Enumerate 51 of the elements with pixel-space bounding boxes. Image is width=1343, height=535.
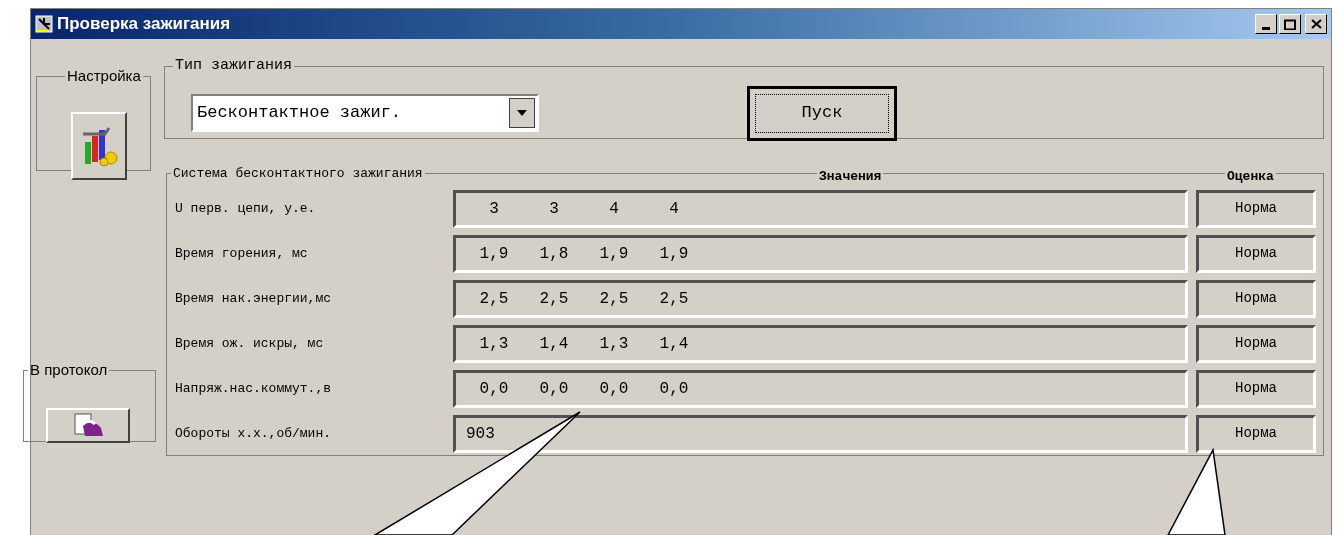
group-label: Система бесконтактного зажигания [172, 165, 424, 183]
value-text: 0,0 [658, 378, 690, 400]
value-text: 2,5 [658, 288, 690, 310]
hand-document-icon [71, 412, 105, 438]
rating-field: Норма [1196, 234, 1316, 273]
value-text: 4 [668, 198, 680, 220]
row-label: Время горения, мс [175, 244, 309, 263]
row-label: Время нак.энергии,мс [175, 289, 333, 308]
protocol-button[interactable] [46, 407, 130, 443]
maximize-button[interactable] [1279, 14, 1301, 34]
row-label: Напряж.нас.коммут.,в [175, 379, 333, 398]
value-text: 2,5 [538, 288, 570, 310]
value-text: 0,0 [538, 378, 570, 400]
start-button[interactable]: Пуск [747, 85, 897, 141]
value-text: 0,0 [598, 378, 630, 400]
value-text: 1,3 [598, 333, 630, 355]
window-title: Проверка зажигания [57, 13, 231, 36]
value-text: 4 [608, 198, 620, 220]
rating-field: Норма [1196, 324, 1316, 363]
row-label: Обороты х.х.,об/мин. [175, 424, 333, 443]
row-label: U перв. цепи, у.е. [175, 199, 317, 218]
group-label: Настройка [66, 66, 142, 86]
row-label: Время ож. искры, мс [175, 334, 325, 353]
value-text: 1,4 [658, 333, 690, 355]
app-icon [35, 15, 53, 33]
rating-field: Норма [1196, 369, 1316, 408]
rating-field: Норма [1196, 189, 1316, 228]
value-text: 1,9 [658, 243, 690, 265]
value-text: 3 [488, 198, 500, 220]
maximize-icon [1284, 18, 1296, 30]
settings-button[interactable] [71, 111, 127, 180]
value-text: 903 [465, 423, 495, 445]
value-text: 1,9 [598, 243, 630, 265]
rating-field: Норма [1196, 279, 1316, 318]
value-text: 2,5 [478, 288, 510, 310]
dropdown-value: Бесконтактное зажиг. [196, 101, 402, 124]
group-label: Тип зажигания [174, 56, 294, 76]
value-text: 0,0 [478, 378, 510, 400]
value-text: 1,4 [538, 333, 570, 355]
value-text: 1,3 [478, 333, 510, 355]
close-icon [1310, 19, 1322, 29]
value-text: 2,5 [598, 288, 630, 310]
rating-field: Норма [1196, 414, 1316, 453]
ignition-type-dropdown[interactable]: Бесконтактное зажиг. [191, 93, 539, 132]
value-text: 1,9 [478, 243, 510, 265]
minimize-icon [1262, 27, 1270, 30]
close-button[interactable] [1305, 14, 1327, 34]
minimize-button[interactable] [1255, 14, 1277, 34]
group-label: В протокол [29, 360, 109, 380]
value-text: 1,8 [538, 243, 570, 265]
value-text: 3 [548, 198, 560, 220]
